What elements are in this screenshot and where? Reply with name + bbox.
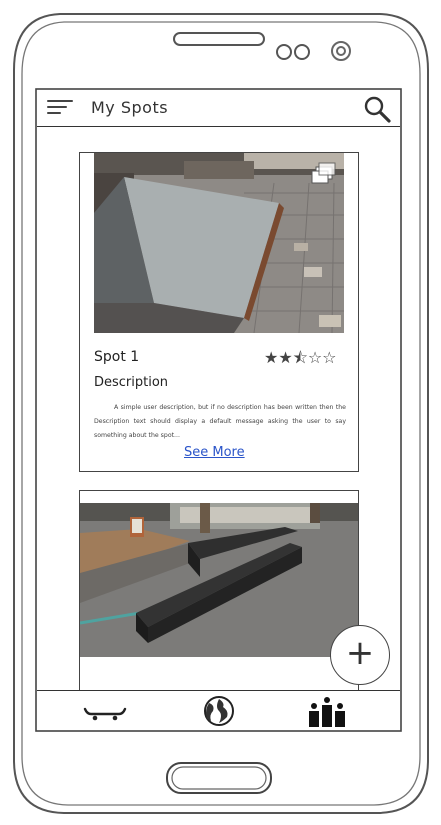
add-spot-button[interactable]: + [330, 625, 390, 685]
spot-photo[interactable] [80, 503, 358, 657]
leaderboard-icon[interactable] [305, 695, 349, 727]
search-icon[interactable] [362, 94, 392, 124]
description-text: A simple user description, but if no des… [94, 404, 346, 439]
description-label: Description [94, 375, 169, 390]
see-more-link[interactable]: See More [184, 445, 245, 460]
bottom-nav [37, 690, 400, 730]
app-bar: My Spots [37, 90, 400, 127]
speaker-grille [173, 32, 265, 46]
plus-icon: + [345, 633, 375, 673]
star-rating: ★★⯪☆☆ [264, 348, 337, 367]
spot-title: Spot 1 [94, 349, 140, 365]
spot-card[interactable]: Spot 1 ★★⯪☆☆ Description A simple user d… [79, 152, 359, 472]
skateboard-icon[interactable] [83, 695, 127, 727]
hamburger-menu-icon[interactable] [47, 100, 73, 116]
globe-icon[interactable] [197, 695, 241, 727]
page-title: My Spots [91, 98, 169, 117]
spot-photo[interactable] [94, 153, 344, 333]
app-screen: My Spots Spot 1 ★★⯪☆☆ Description A simp… [37, 90, 400, 730]
